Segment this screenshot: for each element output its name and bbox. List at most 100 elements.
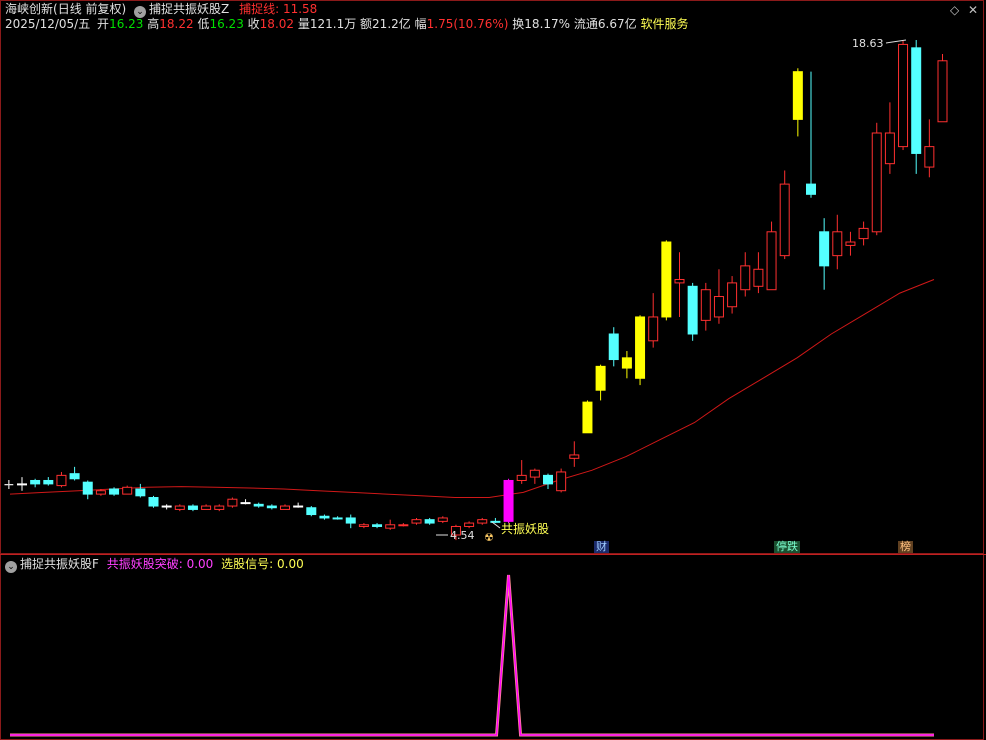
candle[interactable] <box>806 71 816 198</box>
candle[interactable] <box>240 499 251 505</box>
candle[interactable] <box>161 504 172 510</box>
candlestick-chart[interactable] <box>0 0 986 554</box>
candle[interactable] <box>56 471 67 488</box>
candle[interactable] <box>582 400 593 434</box>
indicator-name[interactable]: 捕捉共振妖股Z <box>149 2 229 16</box>
candle[interactable] <box>569 441 580 467</box>
candle[interactable] <box>82 480 93 500</box>
diamond-icon[interactable]: ◇ <box>950 3 959 17</box>
candle[interactable] <box>832 214 843 270</box>
candle[interactable] <box>819 218 830 290</box>
crosshair-icon[interactable]: + <box>3 478 15 492</box>
candle[interactable] <box>700 282 711 331</box>
candle[interactable] <box>372 523 383 529</box>
indicator-line-value: 捕捉线: 11.58 <box>239 2 318 16</box>
sub-header-row: ⌄ 捕捉共振妖股F 共振妖股突破: 0.00 选股信号: 0.00 <box>5 557 304 573</box>
candle[interactable] <box>713 269 724 324</box>
candle[interactable] <box>516 460 527 484</box>
candle[interactable] <box>845 231 856 256</box>
candle-body <box>411 519 422 524</box>
candle[interactable] <box>319 514 330 520</box>
candle[interactable] <box>779 170 790 260</box>
candle[interactable] <box>437 516 448 524</box>
close-icon[interactable]: ✕ <box>968 3 978 17</box>
float-shares-label: 流通6.67亿 <box>573 17 637 31</box>
candle[interactable] <box>608 327 619 367</box>
candle[interactable] <box>266 504 277 510</box>
candle[interactable] <box>122 485 133 495</box>
candle[interactable] <box>227 497 238 508</box>
candle[interactable] <box>529 468 540 484</box>
candle[interactable] <box>187 504 198 512</box>
candle[interactable] <box>898 41 909 151</box>
signal-line-glow <box>10 574 934 737</box>
candle[interactable] <box>766 221 777 291</box>
candle[interactable] <box>871 122 882 236</box>
candle-body <box>898 43 909 148</box>
candle[interactable] <box>306 506 317 517</box>
candle[interactable] <box>253 502 264 508</box>
candle[interactable] <box>293 502 304 508</box>
candle[interactable] <box>280 504 290 510</box>
candle-body <box>477 519 488 524</box>
candle[interactable] <box>753 252 764 294</box>
candle[interactable] <box>345 514 356 529</box>
candle[interactable] <box>503 478 514 524</box>
sector-label[interactable]: 软件服务 <box>640 17 688 31</box>
candle[interactable] <box>792 68 803 137</box>
candle[interactable] <box>621 351 632 379</box>
candle[interactable] <box>595 364 606 401</box>
candle-body <box>82 481 93 495</box>
candle[interactable] <box>424 517 435 525</box>
candle-body <box>740 265 751 291</box>
candle[interactable] <box>174 504 185 512</box>
candle-body <box>779 183 790 257</box>
candle[interactable] <box>740 252 751 297</box>
candle[interactable] <box>674 252 685 317</box>
period-label[interactable]: (日线 前复权) <box>53 2 126 16</box>
finance-tag[interactable]: 财 <box>594 541 609 553</box>
candle-body <box>924 146 935 168</box>
candle[interactable] <box>635 315 646 386</box>
candle[interactable] <box>556 468 567 493</box>
candle[interactable] <box>911 40 922 174</box>
candle[interactable] <box>937 53 948 123</box>
candle[interactable] <box>648 293 659 348</box>
candle-body <box>253 503 264 507</box>
candle-body <box>240 502 251 505</box>
candle[interactable] <box>858 221 869 246</box>
candle[interactable] <box>385 519 396 530</box>
candle[interactable] <box>727 276 738 314</box>
candle[interactable] <box>214 504 225 512</box>
candle[interactable] <box>687 282 698 341</box>
candle[interactable] <box>43 477 54 486</box>
candle[interactable] <box>464 521 475 529</box>
candle[interactable] <box>924 119 935 178</box>
candle[interactable] <box>109 487 120 496</box>
rank-tag[interactable]: 榜 <box>898 541 913 553</box>
candle[interactable] <box>135 483 146 498</box>
candle-body <box>819 231 830 267</box>
stock-name[interactable]: 海峡创新 <box>5 2 53 16</box>
candle[interactable] <box>148 495 159 508</box>
candle-body <box>687 285 698 335</box>
candle[interactable] <box>411 517 422 525</box>
candle[interactable] <box>30 478 41 488</box>
candle-body <box>227 498 238 507</box>
candle[interactable] <box>69 466 80 481</box>
candle[interactable] <box>477 517 488 525</box>
signal-label: 共振妖股 <box>501 522 550 536</box>
candle[interactable] <box>543 473 553 489</box>
candle[interactable] <box>358 523 369 529</box>
candle-body <box>398 524 409 527</box>
sub-indicator-name[interactable]: 捕捉共振妖股F <box>20 557 99 571</box>
sub-indicator-menu-icon[interactable]: ⌄ <box>5 561 17 573</box>
candle[interactable] <box>884 102 895 174</box>
candle[interactable] <box>201 504 212 510</box>
candle[interactable] <box>332 516 343 520</box>
candle[interactable] <box>661 240 672 321</box>
candle-body <box>937 60 948 123</box>
limit-down-tag[interactable]: 停跌 <box>774 541 800 553</box>
candle[interactable] <box>398 523 409 527</box>
candle[interactable] <box>17 477 27 491</box>
